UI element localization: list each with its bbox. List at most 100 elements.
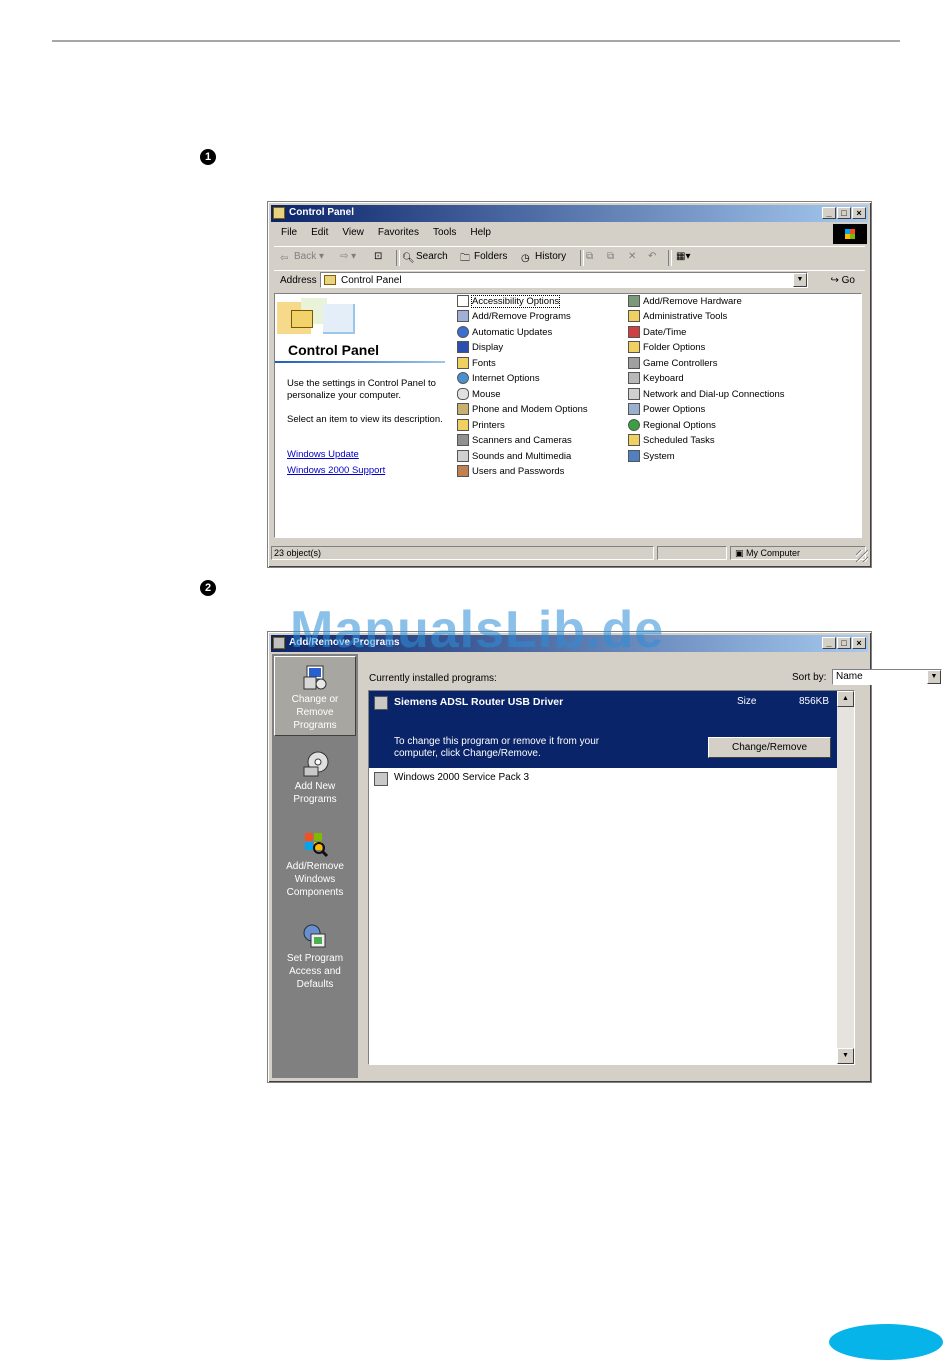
menu-edit[interactable]: Edit bbox=[304, 225, 335, 240]
add-remove-sidebar: Change or Remove Programs Add New Progra… bbox=[272, 654, 358, 1078]
cp-item-keyboard[interactable]: Keyboard bbox=[628, 372, 684, 386]
undo-icon[interactable]: ↶ bbox=[648, 251, 656, 262]
scheduled-tasks-icon bbox=[628, 434, 640, 446]
control-panel-banner-icon bbox=[277, 296, 372, 340]
sidebar-add-new-programs[interactable]: Add New Programs bbox=[274, 750, 356, 820]
folder-icon bbox=[324, 275, 336, 285]
size-value: 856KB bbox=[799, 696, 830, 707]
close-button[interactable]: × bbox=[852, 207, 866, 219]
add-remove-window: Add/Remove Programs _ □ × Change or Remove… bbox=[267, 631, 942, 1083]
change-remove-button[interactable]: Change/Remove bbox=[708, 737, 831, 758]
cp-item-sounds-multimedia[interactable]: Sounds and Multimedia bbox=[457, 450, 571, 464]
cp-item-display[interactable]: Display bbox=[457, 341, 503, 355]
delete-icon[interactable]: ✕ bbox=[628, 251, 636, 262]
system-computer-icon bbox=[628, 450, 640, 462]
sidebar-add-remove-windows-components[interactable]: Add/Remove Windows Components bbox=[274, 830, 356, 910]
minimize-button[interactable]: _ bbox=[822, 207, 836, 219]
vertical-scrollbar[interactable]: ▲ ▼ bbox=[837, 691, 854, 1064]
address-dropdown-button[interactable]: ▼ bbox=[793, 273, 807, 287]
step-1-marker: 1 bbox=[200, 149, 216, 165]
cp-item-phone-modem[interactable]: Phone and Modem Options bbox=[457, 403, 588, 417]
cp-item-power-options[interactable]: Power Options bbox=[628, 403, 705, 417]
sidebar-set-program-access[interactable]: Set Program Access and Defaults bbox=[274, 922, 356, 1002]
go-arrow-icon: ↪ bbox=[830, 275, 839, 286]
move-to-icon[interactable]: ⧉ bbox=[586, 251, 593, 262]
calendar-icon bbox=[628, 326, 640, 338]
sidebar-label-windows-components: Add/Remove Windows Components bbox=[286, 861, 344, 898]
address-bar: Address Control Panel ▼ ↪ Go bbox=[274, 270, 865, 291]
back-label: Back bbox=[294, 251, 317, 262]
cp-item-network-dialup[interactable]: Network and Dial-up Connections bbox=[628, 388, 785, 402]
program-list: Siemens ADSL Router USB Driver Size 856K… bbox=[368, 690, 855, 1065]
search-button[interactable]: 🔍︎Search bbox=[402, 251, 448, 264]
program-row-selected[interactable]: Siemens ADSL Router USB Driver Size 856K… bbox=[369, 691, 837, 768]
ar-minimize-button[interactable]: _ bbox=[822, 637, 836, 649]
cp-item-system[interactable]: System bbox=[628, 450, 675, 464]
cp-item-mouse[interactable]: Mouse bbox=[457, 388, 501, 402]
cp-item-users-passwords[interactable]: Users and Passwords bbox=[457, 465, 564, 479]
cp-item-internet-options[interactable]: Internet Options bbox=[457, 372, 540, 386]
ar-maximize-button[interactable]: □ bbox=[837, 637, 851, 649]
views-button[interactable]: ▦▾ bbox=[676, 251, 690, 262]
cp-item-automatic-updates[interactable]: Automatic Updates bbox=[457, 326, 552, 340]
cp-item-printers[interactable]: Printers bbox=[457, 419, 505, 433]
address-label: Address bbox=[280, 275, 317, 286]
left-panel-heading: Control Panel bbox=[288, 342, 380, 358]
program-row[interactable]: Windows 2000 Service Pack 3 bbox=[369, 770, 837, 788]
scroll-up-button[interactable]: ▲ bbox=[837, 691, 854, 707]
power-icon bbox=[628, 403, 640, 415]
scroll-down-button[interactable]: ▼ bbox=[837, 1048, 854, 1064]
cp-item-accessibility-options[interactable]: Accessibility Options bbox=[457, 295, 561, 309]
program-name: Windows 2000 Service Pack 3 bbox=[394, 772, 530, 783]
address-input[interactable]: Control Panel ▼ bbox=[320, 272, 808, 288]
cp-item-scheduled-tasks[interactable]: Scheduled Tasks bbox=[628, 434, 715, 448]
cp-item-add-remove-hardware[interactable]: Add/Remove Hardware bbox=[628, 295, 742, 309]
copy-to-icon[interactable]: ⧉ bbox=[607, 251, 614, 262]
fonts-folder-icon bbox=[457, 357, 469, 369]
page-number-badge bbox=[829, 1324, 943, 1360]
add-remove-main: Currently installed programs: Sort by: N… bbox=[358, 654, 942, 1078]
hardware-icon bbox=[628, 295, 640, 307]
folders-button[interactable]: 🗀 Folders bbox=[460, 251, 508, 264]
cp-item-administrative-tools[interactable]: Administrative Tools bbox=[628, 310, 727, 324]
status-bar: 23 object(s) ▣ My Computer bbox=[271, 545, 868, 562]
menu-tools[interactable]: Tools bbox=[426, 225, 463, 240]
maximize-button[interactable]: □ bbox=[837, 207, 851, 219]
cp-item-regional-options[interactable]: Regional Options bbox=[628, 419, 716, 433]
cp-item-date-time[interactable]: Date/Time bbox=[628, 326, 686, 340]
program-icon bbox=[374, 696, 388, 710]
history-button[interactable]: ◷ History bbox=[521, 251, 566, 264]
mouse-icon bbox=[457, 388, 469, 400]
status-empty-pane bbox=[657, 546, 727, 560]
up-folder-icon[interactable]: ⊡ bbox=[374, 251, 382, 262]
printers-folder-icon bbox=[457, 419, 469, 431]
menu-favorites[interactable]: Favorites bbox=[371, 225, 426, 240]
folders-label: Folders bbox=[474, 251, 508, 262]
cp-item-scanners-cameras[interactable]: Scanners and Cameras bbox=[457, 434, 572, 448]
size-label: Size bbox=[737, 696, 757, 707]
cp-item-add-remove-programs[interactable]: Add/Remove Programs bbox=[457, 310, 571, 324]
heading-underline bbox=[275, 361, 445, 363]
windows-logo bbox=[833, 224, 867, 244]
sort-dropdown-button[interactable]: ▼ bbox=[927, 670, 941, 684]
menu-help[interactable]: Help bbox=[463, 225, 498, 240]
back-button[interactable]: ⇦ Back ▾ bbox=[280, 251, 324, 264]
toolbar: ⇦ Back ▾ ⇨ ▾ ⊡ 🔍︎Search 🗀 Folders ◷ History… bbox=[274, 246, 865, 269]
top-rule bbox=[52, 40, 900, 42]
keyboard-icon bbox=[628, 372, 640, 384]
cp-item-game-controllers[interactable]: Game Controllers bbox=[628, 357, 717, 371]
menu-view[interactable]: View bbox=[335, 225, 371, 240]
windows-2000-support-link[interactable]: Windows 2000 Support bbox=[287, 465, 385, 476]
go-button[interactable]: ↪ Go bbox=[830, 275, 855, 286]
resize-grip[interactable] bbox=[856, 550, 868, 562]
control-panel-titlebar[interactable]: Control Panel _ □ × bbox=[271, 205, 868, 222]
cp-item-fonts[interactable]: Fonts bbox=[457, 357, 496, 371]
menu-file[interactable]: File bbox=[274, 225, 304, 240]
sidebar-change-remove-programs[interactable]: Change or Remove Programs bbox=[274, 656, 356, 736]
forward-button[interactable]: ⇨ ▾ bbox=[340, 251, 356, 262]
control-panel-window: Control Panel _ □ × File Edit View Favorites T… bbox=[267, 201, 872, 568]
windows-update-link[interactable]: Windows Update bbox=[287, 449, 359, 460]
cp-item-folder-options[interactable]: Folder Options bbox=[628, 341, 705, 355]
sort-by-select[interactable]: Name ▼ bbox=[832, 669, 942, 685]
ar-close-button[interactable]: × bbox=[852, 637, 866, 649]
